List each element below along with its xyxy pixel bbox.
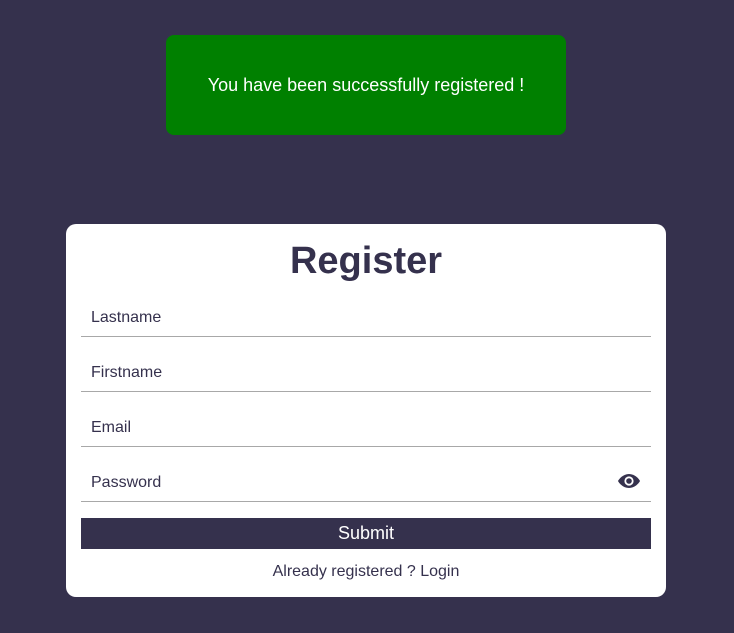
lastname-input[interactable] <box>81 300 651 336</box>
email-input[interactable] <box>81 410 651 446</box>
password-field-wrapper <box>81 447 651 502</box>
login-link[interactable]: Login <box>420 563 459 580</box>
page: You have been successfully registered ! … <box>0 0 734 633</box>
firstname-field-wrapper <box>81 337 651 392</box>
eye-icon[interactable] <box>617 471 641 491</box>
lastname-field-wrapper <box>81 282 651 337</box>
form-title: Register <box>289 240 443 282</box>
submit-button[interactable]: Submit <box>81 518 651 549</box>
register-card: Register Submit Already registered ? Log <box>66 224 666 597</box>
email-field-wrapper <box>81 392 651 447</box>
password-input[interactable] <box>81 465 651 501</box>
login-prompt: Already registered ? Login <box>81 563 651 581</box>
success-toast: You have been successfully registered ! <box>166 35 566 135</box>
firstname-input[interactable] <box>81 355 651 391</box>
success-message: You have been successfully registered ! <box>207 74 525 95</box>
login-prompt-text: Already registered ? <box>272 563 416 580</box>
